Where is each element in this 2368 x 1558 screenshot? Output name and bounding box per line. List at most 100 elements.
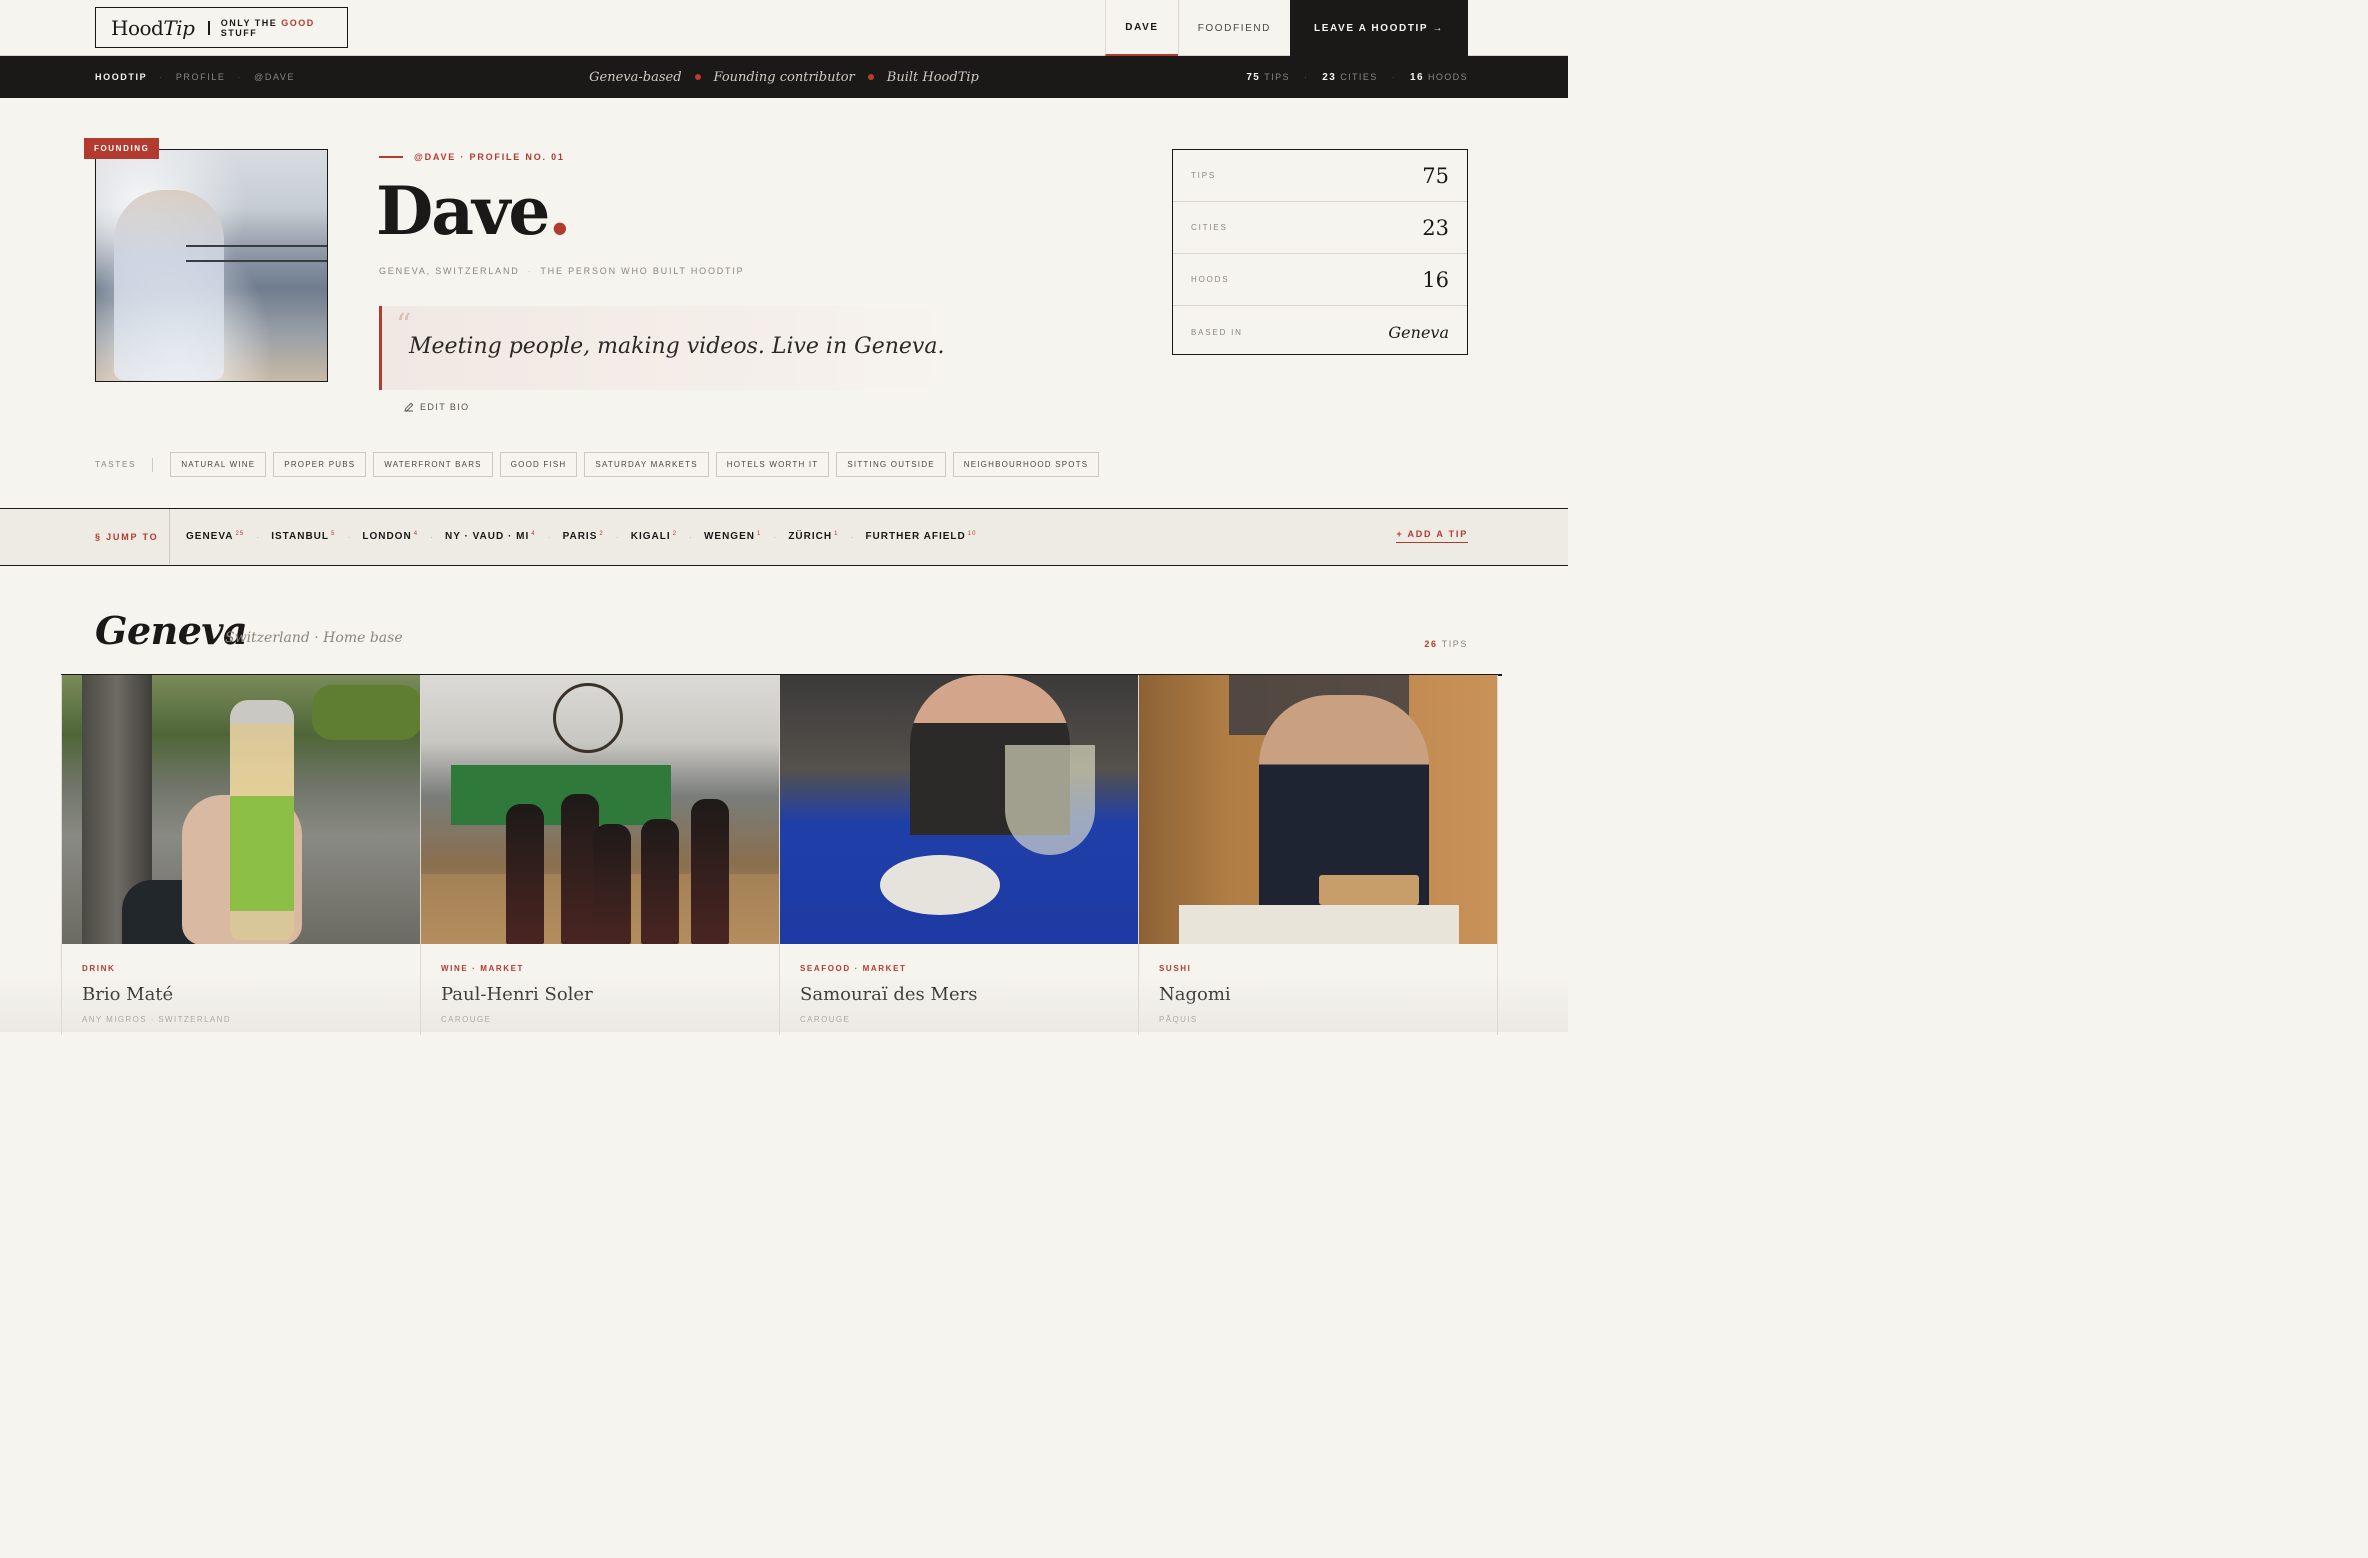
stat-row-hoods: HOODS 16 bbox=[1173, 254, 1467, 306]
stat-value: 16 bbox=[1422, 267, 1449, 292]
jump-link-london[interactable]: LONDON 4 bbox=[362, 531, 418, 542]
tip-category: SEAFOOD · MARKET bbox=[800, 964, 907, 973]
profile-eyebrow: @DAVE · PROFILE NO. 01 bbox=[379, 152, 565, 162]
jump-link-geneva[interactable]: GENEVA 25 bbox=[186, 531, 244, 542]
tagline-item: Built HoodTip bbox=[886, 69, 979, 85]
photo-oyster-plate bbox=[880, 855, 1000, 915]
stat-row-based-in: BASED IN Geneva bbox=[1173, 306, 1467, 358]
taste-chip[interactable]: PROPER PUBS bbox=[273, 452, 367, 477]
jump-separator: · bbox=[256, 531, 260, 542]
jump-separator: · bbox=[347, 531, 351, 542]
edit-bio-button[interactable]: EDIT BIO bbox=[404, 402, 470, 412]
jump-to-list: GENEVA 25 · ISTANBUL 5 · LONDON 4 · NY · VA… bbox=[169, 509, 976, 564]
taste-chip[interactable]: NATURAL WINE bbox=[170, 452, 267, 477]
tagline-dot bbox=[694, 74, 701, 80]
eyebrow-text: @DAVE · PROFILE NO. 01 bbox=[414, 152, 565, 162]
logo[interactable]: HoodTip ONLY THE GOOD STUFF bbox=[95, 7, 348, 48]
taste-chip[interactable]: SITTING OUTSIDE bbox=[836, 452, 946, 477]
photo-bottle bbox=[230, 700, 294, 940]
tagline-dot bbox=[867, 74, 874, 80]
edit-bio-label: EDIT BIO bbox=[420, 402, 470, 412]
profile-role: THE PERSON WHO BUILT HOODTIP bbox=[540, 266, 745, 276]
main-nav: DAVE FOODFIEND LEAVE A HOODTIP → bbox=[1105, 0, 1468, 56]
tip-card[interactable]: DRINK Brio Maté ANY MIGROS · SWITZERLAND bbox=[61, 675, 421, 1035]
strip-stat-cities-label: CITIES bbox=[1340, 72, 1378, 82]
strip-stat-hoods-label: HOODS bbox=[1427, 72, 1468, 82]
tip-title: Paul-Henri Soler bbox=[441, 984, 593, 1005]
tip-category: DRINK bbox=[82, 964, 116, 973]
tip-category: SUSHI bbox=[1159, 964, 1192, 973]
jump-link-kigali[interactable]: KIGALI 2 bbox=[631, 531, 677, 542]
tip-card-photo bbox=[1139, 675, 1497, 944]
section-tip-count: 26 TIPS bbox=[1424, 639, 1468, 649]
top-bar: HoodTip ONLY THE GOOD STUFF DAVE FOODFIE… bbox=[0, 0, 1568, 56]
stat-value: Geneva bbox=[1388, 322, 1449, 342]
logo-tagline: ONLY THE GOOD STUFF bbox=[220, 17, 315, 38]
jump-link-zurich[interactable]: ZÜRICH 1 bbox=[788, 531, 838, 542]
tip-card-photo bbox=[780, 675, 1138, 944]
breadcrumb-separator: · bbox=[237, 72, 243, 82]
photo-person-shape bbox=[114, 190, 224, 380]
breadcrumb-profile[interactable]: PROFILE bbox=[176, 72, 226, 82]
add-tip-link[interactable]: + ADD A TIP bbox=[1396, 529, 1468, 543]
breadcrumb-hoodtip[interactable]: HOODTIP bbox=[95, 72, 147, 82]
tip-location: PÂQUIS bbox=[1159, 1015, 1198, 1024]
eyebrow-rule bbox=[379, 156, 403, 158]
tip-card[interactable]: WINE · MARKET Paul-Henri Soler CAROUGE bbox=[420, 675, 780, 1035]
subline-separator: · bbox=[527, 266, 533, 276]
stat-label: HOODS bbox=[1191, 275, 1230, 284]
taste-chip[interactable]: GOOD FISH bbox=[499, 452, 578, 477]
profile-photo-image bbox=[96, 150, 327, 381]
photo-bottle bbox=[641, 819, 679, 944]
tip-card[interactable]: SUSHI Nagomi PÂQUIS bbox=[1138, 675, 1498, 1035]
profile-bio-quote: “ Meeting people, making videos. Live in… bbox=[379, 306, 954, 390]
photo-bottle bbox=[593, 824, 631, 944]
profile-location: GENEVA, SWITZERLAND bbox=[379, 266, 520, 276]
photo-bottle bbox=[691, 799, 729, 944]
strip-stat-separator: · bbox=[1391, 72, 1397, 82]
profile-name: Dave. bbox=[376, 172, 571, 250]
jump-link-ny-vaud-mi[interactable]: NY · VAUD · MI 4 bbox=[445, 531, 536, 542]
tip-title: Samouraï des Mers bbox=[800, 984, 978, 1005]
taste-chip[interactable]: SATURDAY MARKETS bbox=[584, 452, 709, 477]
tagline-item: Founding contributor bbox=[713, 69, 855, 85]
jump-separator: · bbox=[430, 531, 434, 542]
tip-card-photo bbox=[62, 675, 420, 944]
tastes-row: TASTES NATURAL WINE PROPER PUBS WATERFRO… bbox=[95, 452, 1106, 477]
tastes-divider bbox=[152, 457, 154, 472]
breadcrumb-handle: @DAVE bbox=[254, 72, 296, 82]
section-subtitle: Switzerland · Home base bbox=[225, 630, 403, 646]
bio-text: Meeting people, making videos. Live in G… bbox=[409, 334, 945, 359]
stat-label: BASED IN bbox=[1191, 327, 1243, 337]
stat-value: 75 bbox=[1422, 163, 1449, 188]
jump-link-further-afield[interactable]: FURTHER AFIELD 10 bbox=[865, 531, 976, 542]
photo-wheel bbox=[553, 683, 623, 753]
tip-location: CAROUGE bbox=[800, 1015, 851, 1024]
tip-title: Brio Maté bbox=[82, 984, 174, 1005]
jump-link-istanbul[interactable]: ISTANBUL 5 bbox=[271, 531, 335, 542]
stat-label: TIPS bbox=[1191, 171, 1216, 180]
strip-stat-cities-count: 23 bbox=[1322, 71, 1337, 83]
taste-chip[interactable]: WATERFRONT BARS bbox=[373, 452, 493, 477]
jump-to-label: § JUMP TO bbox=[95, 531, 159, 542]
logo-wordmark: HoodTip bbox=[111, 15, 195, 40]
jump-separator: · bbox=[547, 531, 551, 542]
taste-chip[interactable]: HOTELS WORTH IT bbox=[715, 452, 830, 477]
photo-railing bbox=[186, 260, 327, 262]
profile-photo bbox=[95, 149, 328, 382]
photo-bottle bbox=[506, 804, 544, 944]
pencil-icon bbox=[404, 402, 414, 412]
jump-separator: · bbox=[773, 531, 777, 542]
taste-chip[interactable]: NEIGHBOURHOOD SPOTS bbox=[952, 452, 1100, 477]
tip-card[interactable]: SEAFOOD · MARKET Samouraï des Mers CAROU… bbox=[779, 675, 1139, 1035]
jump-link-paris[interactable]: PARIS 2 bbox=[563, 531, 604, 542]
stat-row-tips: TIPS 75 bbox=[1173, 150, 1467, 202]
nav-item-dave[interactable]: DAVE bbox=[1105, 0, 1178, 56]
jump-separator: · bbox=[850, 531, 854, 542]
photo-railing bbox=[186, 245, 327, 247]
stat-row-cities: CITIES 23 bbox=[1173, 202, 1467, 254]
leave-a-hoodtip-button[interactable]: LEAVE A HOODTIP → bbox=[1290, 0, 1468, 56]
nav-item-foodfiend[interactable]: FOODFIEND bbox=[1177, 0, 1290, 56]
tip-title: Nagomi bbox=[1159, 984, 1231, 1005]
jump-link-wengen[interactable]: WENGEN 1 bbox=[704, 531, 761, 542]
